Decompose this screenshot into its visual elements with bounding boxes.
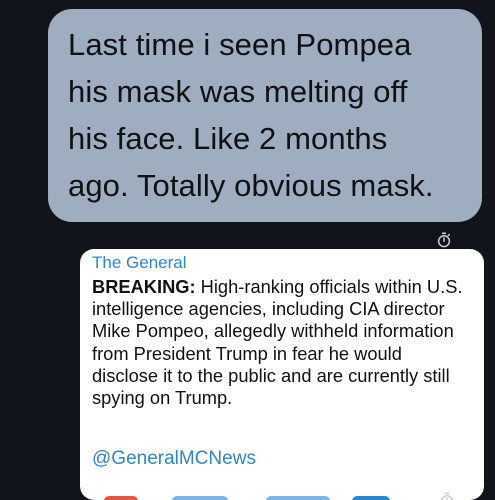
sent-message-line: Last time i seen Pompea — [68, 27, 412, 62]
sent-message-line: ago. Totally obvious mask. — [68, 168, 434, 203]
sent-message-line: his face. Like 2 months — [68, 121, 388, 156]
preview-chip — [266, 496, 330, 500]
sent-message-line: his mask was melting off — [68, 74, 408, 109]
sender-name[interactable]: The General — [92, 253, 470, 273]
sent-message-bubble[interactable]: Last time i seen Pompea his mask was mel… — [48, 9, 482, 222]
preview-chip — [352, 496, 390, 500]
message-body: BREAKING: High-ranking officials within … — [92, 276, 470, 409]
stopwatch-icon — [440, 492, 454, 500]
chat-screen: Last time i seen Pompea his mask was mel… — [0, 0, 495, 500]
sent-message-text: Last time i seen Pompea his mask was mel… — [68, 21, 462, 209]
preview-chip — [172, 496, 228, 500]
received-message-bubble[interactable]: The General BREAKING: High-ranking offic… — [80, 249, 484, 500]
twitter-handle-link[interactable]: @GeneralMCNews — [92, 448, 256, 470]
preview-chip — [104, 496, 138, 500]
stopwatch-icon — [437, 232, 451, 248]
breaking-label: BREAKING: — [92, 276, 196, 297]
link-preview-strip — [80, 494, 484, 500]
